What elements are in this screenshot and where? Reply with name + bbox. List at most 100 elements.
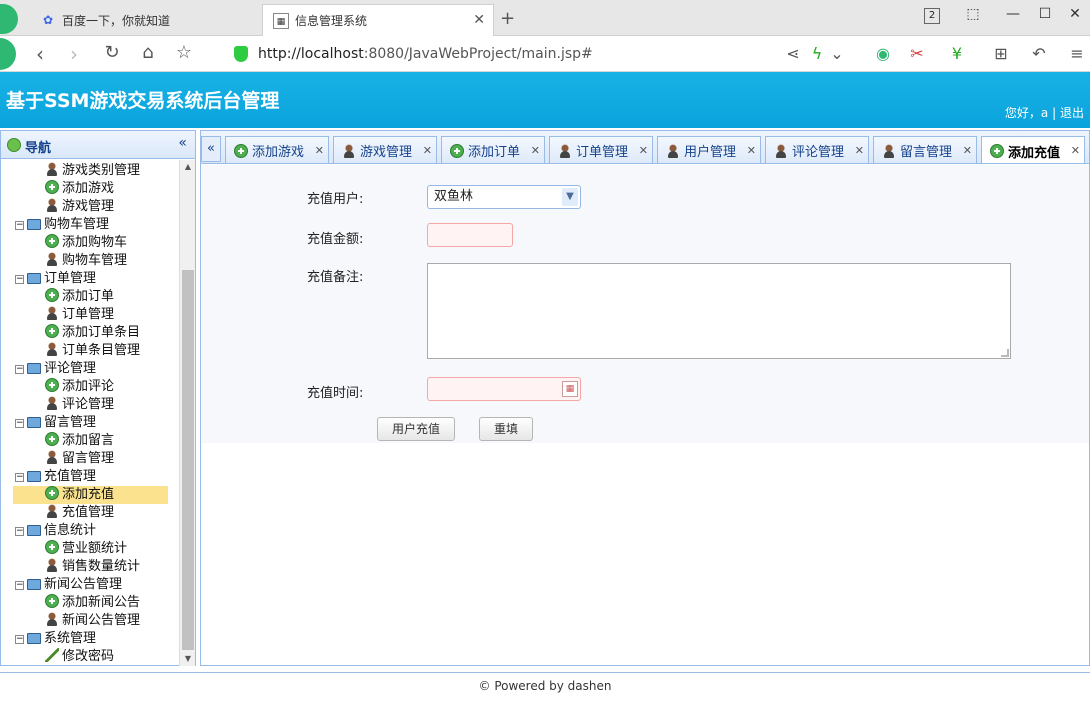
add-icon xyxy=(45,432,59,446)
user-icon xyxy=(342,143,356,158)
browser-tab-baidu[interactable]: ✿ 百度一下，你就知道 xyxy=(30,4,260,36)
content-tab[interactable]: 添加充值 ✕ xyxy=(981,136,1085,163)
sidebar-item[interactable]: − 系统管理 xyxy=(15,630,100,648)
scroll-down-icon[interactable]: ▼ xyxy=(180,652,196,666)
close-tab-icon[interactable]: ✕ xyxy=(531,144,540,157)
logout-link[interactable]: 退出 xyxy=(1060,106,1084,120)
content-tab[interactable]: 订单管理 ✕ xyxy=(549,136,653,163)
reset-button[interactable]: 重填 xyxy=(479,417,533,441)
content-tab-label: 用户管理 xyxy=(684,145,737,160)
collapse-node-icon[interactable]: − xyxy=(15,527,24,536)
amount-input[interactable] xyxy=(427,223,513,247)
close-tab-icon[interactable]: ✕ xyxy=(423,144,432,157)
content-tab[interactable]: 添加订单 ✕ xyxy=(441,136,545,163)
add-icon xyxy=(45,540,59,554)
collapse-node-icon[interactable]: − xyxy=(15,419,24,428)
minimize-button[interactable]: — xyxy=(998,6,1028,22)
collapse-node-icon[interactable]: − xyxy=(15,581,24,590)
sidebar-item[interactable]: − 购物车管理 xyxy=(15,216,113,234)
chevron-down-icon[interactable]: ⌄ xyxy=(824,44,850,63)
forward-icon[interactable]: › xyxy=(60,42,88,66)
sidebar-item[interactable]: − 留言管理 xyxy=(15,414,100,432)
back-icon[interactable]: ‹ xyxy=(26,42,54,66)
collapse-node-icon[interactable]: − xyxy=(15,365,24,374)
sidebar-item[interactable]: 营业额统计 xyxy=(45,540,131,558)
shirt-icon[interactable]: ⬚ xyxy=(958,6,988,22)
sidebar-item[interactable]: 添加充值 xyxy=(13,486,168,504)
scroll-thumb[interactable] xyxy=(182,270,194,650)
sidebar-item[interactable]: 订单管理 xyxy=(45,306,118,324)
content-tab[interactable]: 评论管理 ✕ xyxy=(765,136,869,163)
sidebar-item[interactable]: − 订单管理 xyxy=(15,270,100,288)
star-icon[interactable]: ☆ xyxy=(170,42,198,63)
close-tab-icon[interactable]: ✕ xyxy=(1071,144,1080,157)
content-tab-label: 游戏管理 xyxy=(360,145,413,160)
sidebar-scrollbar[interactable]: ▲ ▼ xyxy=(179,160,195,666)
sidebar-item[interactable]: 添加订单条目 xyxy=(45,324,144,342)
content-tab-label: 添加游戏 xyxy=(252,145,305,160)
content-tab[interactable]: 留言管理 ✕ xyxy=(873,136,977,163)
recharge-submit-button[interactable]: 用户充值 xyxy=(377,417,455,441)
undo-icon[interactable]: ↶ xyxy=(1026,44,1052,63)
sidebar-item[interactable]: 游戏类别管理 xyxy=(45,162,144,180)
sidebar-item[interactable]: 新闻公告管理 xyxy=(45,612,144,630)
content-tab[interactable]: 游戏管理 ✕ xyxy=(333,136,437,163)
calendar-icon[interactable]: ▦ xyxy=(562,381,578,397)
collapse-node-icon[interactable]: − xyxy=(15,221,24,230)
user-icon xyxy=(45,450,59,464)
maximize-button[interactable]: ☐ xyxy=(1030,6,1060,22)
share-icon[interactable]: ⋖ xyxy=(780,44,806,63)
sidebar-item[interactable]: 添加游戏 xyxy=(45,180,118,198)
computer-icon xyxy=(27,633,41,644)
sidebar-item[interactable]: 购物车管理 xyxy=(45,252,131,270)
sidebar-item[interactable]: 留言管理 xyxy=(45,450,118,468)
close-tab-icon[interactable]: ✕ xyxy=(639,144,648,157)
home-icon[interactable]: ⌂ xyxy=(134,42,162,63)
collapse-sidebar-icon[interactable]: « xyxy=(178,135,187,151)
close-tab-icon[interactable]: ✕ xyxy=(473,12,485,28)
tab-scroll-left-icon[interactable]: « xyxy=(201,136,221,162)
sidebar-item[interactable]: 添加评论 xyxy=(45,378,118,396)
content-tab[interactable]: 用户管理 ✕ xyxy=(657,136,761,163)
sidebar-item[interactable]: − 评论管理 xyxy=(15,360,100,378)
sidebar-item[interactable]: 添加订单 xyxy=(45,288,118,306)
grid-icon[interactable]: ⊞ xyxy=(988,44,1014,63)
content-tab[interactable]: 添加游戏 ✕ xyxy=(225,136,329,163)
browser-tab-main[interactable]: ▦ 信息管理系统 ✕ xyxy=(262,4,494,36)
sidebar-item[interactable]: 修改密码 xyxy=(45,648,118,666)
sidebar-item[interactable]: − 充值管理 xyxy=(15,468,100,486)
menu-icon[interactable]: ≡ xyxy=(1064,44,1090,63)
green-circle-icon[interactable]: ◉ xyxy=(870,44,896,63)
scissors-icon[interactable]: ✂ xyxy=(904,44,930,63)
scroll-up-icon[interactable]: ▲ xyxy=(180,160,196,174)
collapse-node-icon[interactable]: − xyxy=(15,635,24,644)
tab-count-badge[interactable]: 2 xyxy=(924,8,940,24)
sidebar-item-label: 订单管理 xyxy=(62,307,115,322)
collapse-node-icon[interactable]: − xyxy=(15,473,24,482)
shield-yen-icon[interactable]: ¥ xyxy=(944,44,970,63)
remark-textarea[interactable] xyxy=(427,263,1011,359)
sidebar-item[interactable]: 充值管理 xyxy=(45,504,118,522)
user-select[interactable]: 双鱼林 ▼ xyxy=(427,185,581,209)
resize-handle-icon[interactable] xyxy=(1001,349,1009,357)
close-window-button[interactable]: ✕ xyxy=(1060,6,1090,22)
sidebar-item[interactable]: 销售数量统计 xyxy=(45,558,144,576)
close-tab-icon[interactable]: ✕ xyxy=(315,144,324,157)
chevron-down-icon[interactable]: ▼ xyxy=(562,188,578,206)
reload-icon[interactable]: ↻ xyxy=(98,42,126,63)
time-input[interactable]: ▦ xyxy=(427,377,581,401)
sidebar-item[interactable]: 游戏管理 xyxy=(45,198,118,216)
sidebar-item[interactable]: − 新闻公告管理 xyxy=(15,576,126,594)
sidebar-item[interactable]: 订单条目管理 xyxy=(45,342,144,360)
close-tab-icon[interactable]: ✕ xyxy=(855,144,864,157)
sidebar-item[interactable]: 添加购物车 xyxy=(45,234,131,252)
url-field[interactable]: http://localhost:8080/JavaWebProject/mai… xyxy=(230,42,770,66)
close-tab-icon[interactable]: ✕ xyxy=(963,144,972,157)
close-tab-icon[interactable]: ✕ xyxy=(747,144,756,157)
sidebar-item[interactable]: 添加留言 xyxy=(45,432,118,450)
sidebar-item[interactable]: 添加新闻公告 xyxy=(45,594,144,612)
sidebar-item[interactable]: − 信息统计 xyxy=(15,522,100,540)
new-tab-button[interactable]: + xyxy=(500,8,515,29)
sidebar-item[interactable]: 评论管理 xyxy=(45,396,118,414)
collapse-node-icon[interactable]: − xyxy=(15,275,24,284)
